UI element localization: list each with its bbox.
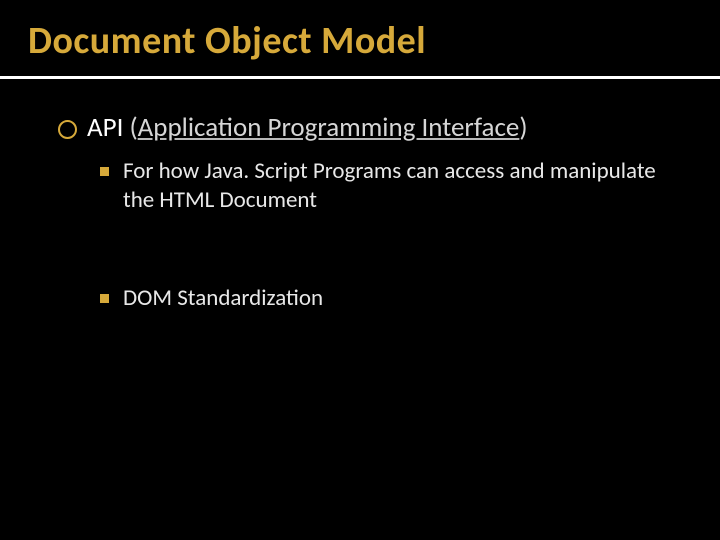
slide-title: Document Object Model <box>0 0 720 74</box>
circle-bullet-icon <box>58 120 77 139</box>
bullet-level-2: For how Java. Script Programs can access… <box>100 157 660 215</box>
bullet-level-1: API (Application Programming Interface) <box>58 111 680 145</box>
bullet-level-2-text: For how Java. Script Programs can access… <box>123 157 660 215</box>
slide: Document Object Model API (Application P… <box>0 0 720 540</box>
square-bullet-icon <box>100 167 109 176</box>
bullet-level-2-text: DOM Standardization <box>123 284 323 313</box>
api-expansion: Application Programming Interface <box>138 111 520 144</box>
square-bullet-icon <box>100 294 109 303</box>
bullet-level-2: DOM Standardization <box>100 284 660 313</box>
slide-content: API (Application Programming Interface) … <box>0 79 720 313</box>
api-prefix: API <box>87 111 129 144</box>
paren-open: ( <box>129 111 137 144</box>
bullet-level-1-text: API (Application Programming Interface) <box>87 111 528 145</box>
paren-close: ) <box>519 111 527 144</box>
